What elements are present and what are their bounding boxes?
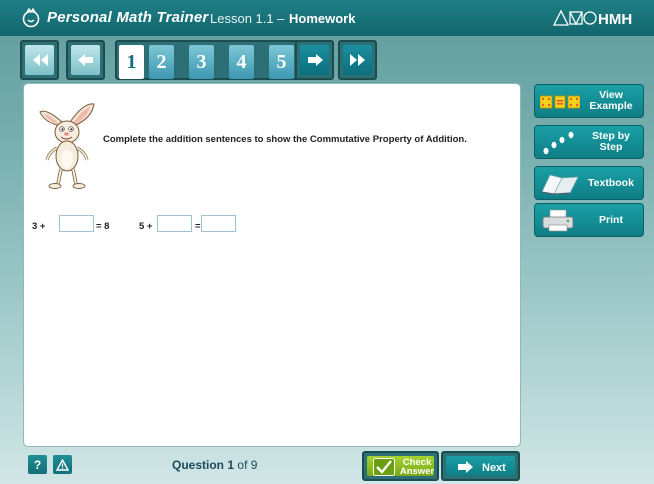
question-instruction: Complete the addition sentences to show … [103,134,467,145]
question-tab-2[interactable]: 2 [147,42,176,82]
last-question-button[interactable] [338,40,377,80]
question-tab-label: 3 [189,45,214,79]
step-by-step-button[interactable]: Step by Step [534,125,644,159]
check-answer-button[interactable]: Check Answer [362,451,439,481]
rabbit-mascot-icon [39,103,95,189]
next-label: Next [482,462,506,474]
first-question-button[interactable] [20,40,59,80]
step-by-step-label: Step by Step [592,130,630,153]
equation-1-suffix: = 8 [96,221,110,232]
footsteps-icon [543,131,574,155]
equation-2-prefix: 5 + [139,221,153,232]
double-chevron-right-icon [349,54,365,66]
view-example-button[interactable]: View Example [534,84,644,118]
equation-1-answer-field[interactable] [59,215,94,232]
print-label: Print [599,213,623,226]
arrow-right-icon [307,54,323,66]
question-navigation: 1 2 3 4 5 [20,40,380,82]
next-question-nav-button[interactable] [295,40,334,80]
arrow-left-icon [77,54,93,66]
question-number-tabs: 1 2 3 4 5 [115,40,311,80]
report-problem-button[interactable] [53,455,72,474]
arrow-right-icon [458,461,473,473]
question-tab-label: 2 [149,45,174,79]
question-tab-3[interactable]: 3 [187,42,216,82]
question-tab-1[interactable]: 1 [117,42,146,82]
printer-icon [542,209,574,232]
view-example-label: View Example [589,89,633,112]
equation-1-prefix: 3 + [32,221,46,232]
question-tab-label: 1 [119,45,144,79]
total-questions-text: of 9 [237,458,258,472]
brand-title: Personal Math Trainer [47,9,209,26]
question-tab-5[interactable]: 5 [267,42,296,82]
double-chevron-left-icon [32,54,48,66]
print-button[interactable]: Print [534,203,644,237]
question-tab-4[interactable]: 4 [227,42,256,82]
warning-icon [56,458,69,471]
question-word: Question [172,458,225,472]
question-tab-label: 5 [269,45,294,79]
check-answer-label: Check Answer [397,458,437,477]
previous-question-button[interactable] [66,40,105,80]
next-button[interactable]: Next [441,451,520,481]
assignment-type: Homework [289,11,356,26]
equation-2-sum-field[interactable] [201,215,236,232]
equation-2-equals: = [195,221,201,232]
svg-text:HMH: HMH [598,11,632,28]
app-window: Personal Math Trainer Lesson 1.1 – Homew… [0,0,654,484]
textbook-button[interactable]: Textbook [534,166,644,200]
header-bar: Personal Math Trainer Lesson 1.1 – Homew… [0,0,654,36]
current-question-number: 1 [227,458,235,472]
question-counter: Question 1 of 9 [172,458,257,472]
check-label-line2: Answer [399,466,435,477]
open-book-icon [541,174,579,195]
pmt-logo-icon [22,8,40,28]
textbook-label: Textbook [588,176,634,189]
lesson-label: Lesson 1.1 – [210,11,285,26]
question-panel: Complete the addition sentences to show … [24,84,520,446]
help-button[interactable]: ? [28,455,47,474]
equation-2-addend-field[interactable] [157,215,192,232]
checkmark-icon [373,458,395,476]
dice-example-icon [540,95,580,109]
hmh-logo: HMH [552,9,632,28]
question-tab-label: 4 [229,45,254,79]
